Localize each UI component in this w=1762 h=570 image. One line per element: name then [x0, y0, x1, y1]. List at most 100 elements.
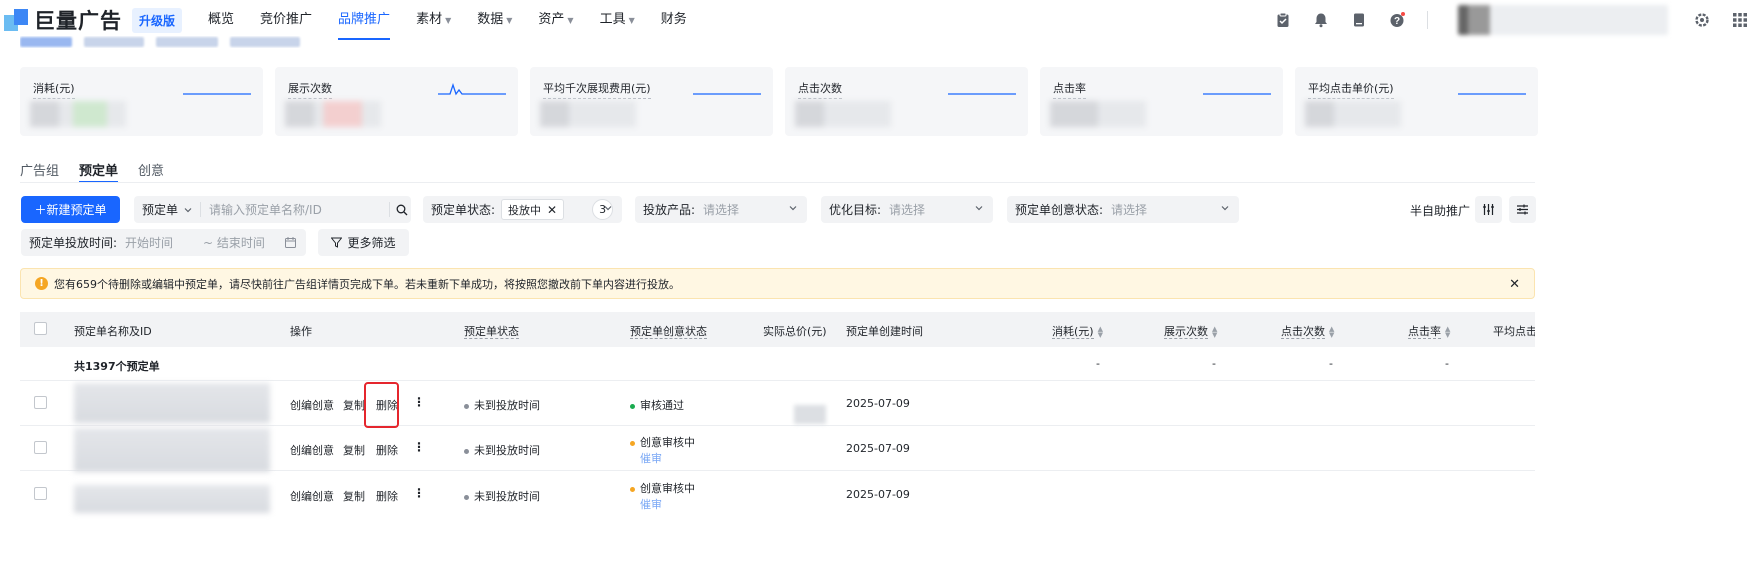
col-name: 预定单名称及ID	[74, 325, 152, 338]
creative-status-filter-placeholder: 请选择	[1111, 203, 1148, 217]
edit-creative-link[interactable]: 创编创意	[290, 488, 334, 504]
metric-title: 点击次数	[798, 80, 842, 99]
more-actions-icon[interactable]: ⋮	[413, 486, 425, 500]
sort-icon: ▲ ▼	[1097, 325, 1103, 339]
summary-ctr: -	[1445, 357, 1449, 370]
more-actions-icon[interactable]: ⋮	[413, 395, 425, 409]
tabs-divider	[20, 182, 1535, 183]
row-created: 2025-07-09	[846, 442, 910, 455]
more-filters-button[interactable]: 更多筛选	[318, 229, 409, 256]
upgrade-badge[interactable]: 升级版	[132, 7, 183, 33]
tab-creative[interactable]: 创意	[138, 160, 164, 183]
close-icon[interactable]: ✕	[1509, 277, 1520, 292]
nav-item-data[interactable]: 数据 ▼	[477, 0, 512, 40]
new-reservation-button[interactable]: ＋新建预定单	[21, 196, 120, 223]
metric-card-cpm[interactable]: 平均千次展现费用(元)	[530, 67, 773, 136]
chevron-down-icon	[789, 206, 797, 211]
status-dot	[464, 448, 469, 454]
goal-filter[interactable]: 优化目标: 请选择	[821, 196, 993, 223]
alert-message: 您有659个待删除或编辑中预定单，请尽快前往广告组详情页完成下单。若未重新下单成…	[54, 277, 680, 291]
nav-item-assets[interactable]: 资产 ▼	[538, 0, 573, 40]
product-filter[interactable]: 投放产品: 请选择	[635, 196, 807, 223]
delete-link[interactable]: 删除	[376, 488, 398, 504]
status-filter-label: 预定单状态:	[431, 203, 496, 217]
metric-title: 消耗(元)	[33, 80, 75, 99]
metric-title: 点击率	[1053, 80, 1086, 99]
copy-link[interactable]: 复制	[343, 397, 365, 413]
end-time-input[interactable]: ~ 结束时间	[203, 234, 265, 251]
nav-item-brand[interactable]: 品牌推广	[338, 0, 391, 40]
funnel-icon	[331, 237, 343, 248]
summary-clicks: -	[1329, 357, 1333, 370]
copy-link[interactable]: 复制	[343, 442, 365, 458]
copy-link[interactable]: 复制	[343, 488, 365, 504]
row-checkbox[interactable]	[34, 441, 47, 454]
status-tag[interactable]: 投放中 ✕	[501, 199, 565, 220]
separator	[389, 202, 391, 217]
search-input[interactable]: 请输入预定单名称/ID	[209, 201, 389, 218]
column-settings-button[interactable]	[1475, 196, 1502, 223]
metric-card-clicks[interactable]: 点击次数	[785, 67, 1028, 136]
search-icon[interactable]	[396, 204, 408, 216]
reservation-name-blurred[interactable]	[74, 485, 270, 513]
metric-card-impressions[interactable]: 展示次数	[275, 67, 518, 136]
col-ctr[interactable]: 点击率 ▲ ▼	[1408, 323, 1450, 339]
bell-icon[interactable]	[1313, 12, 1329, 28]
pending-orders-alert: ! 您有659个待删除或编辑中预定单，请尽快前往广告组详情页完成下单。若未重新下…	[20, 268, 1535, 299]
summary-cost: -	[1096, 357, 1100, 370]
table-row: 创编创意 复制 删除 ⋮ 未到投放时间 创意审核中 催审 2025-07-09	[20, 471, 1535, 516]
settings-icon[interactable]	[1694, 12, 1710, 28]
more-actions-icon[interactable]: ⋮	[413, 440, 425, 454]
time-filter[interactable]: 预定单投放时间: 开始时间 ~ 结束时间	[21, 229, 306, 256]
col-cost[interactable]: 消耗(元) ▲ ▼	[1052, 323, 1103, 339]
chevron-down-icon	[184, 207, 192, 212]
urge-review-link[interactable]: 催审	[640, 496, 662, 512]
creative-status-filter[interactable]: 预定单创意状态: 请选择	[1007, 196, 1239, 223]
nav-item-tools[interactable]: 工具 ▼	[600, 0, 635, 40]
chevron-down-icon: ▼	[567, 16, 574, 25]
nav-item-overview[interactable]: 概览	[208, 0, 234, 40]
help-icon[interactable]: ?	[1389, 12, 1405, 28]
row-creative-status: 创意审核中	[630, 434, 695, 450]
metric-value-blurred	[285, 101, 381, 127]
col-clicks[interactable]: 点击次数 ▲ ▼	[1281, 323, 1334, 339]
semi-auto-promotion-link[interactable]: 半自助推广	[1410, 202, 1470, 219]
col-price: 实际总价(元)	[763, 325, 827, 338]
document-icon[interactable]	[1351, 12, 1367, 28]
sparkline	[693, 93, 761, 95]
nav-item-assets-material[interactable]: 素材 ▼	[416, 0, 451, 40]
clipboard-icon[interactable]	[1275, 12, 1291, 28]
urge-review-link[interactable]: 催审	[640, 450, 662, 466]
select-all-checkbox[interactable]	[34, 322, 47, 335]
nav-item-finance[interactable]: 财务	[661, 0, 687, 40]
filter-settings-button[interactable]	[1509, 196, 1536, 223]
account-info-blurred[interactable]	[1458, 5, 1668, 35]
reservation-name-blurred[interactable]	[74, 383, 270, 423]
metric-card-cpc[interactable]: 平均点击单价(元)	[1295, 67, 1538, 136]
search-type-select[interactable]: 预定单	[142, 201, 178, 218]
edit-creative-link[interactable]: 创编创意	[290, 397, 334, 413]
brand-logo[interactable]: 巨量广告 升级版	[4, 5, 183, 35]
tab-reservation[interactable]: 预定单	[79, 160, 119, 183]
edit-creative-link[interactable]: 创编创意	[290, 442, 334, 458]
warning-icon: !	[35, 277, 48, 290]
close-icon[interactable]: ✕	[547, 203, 557, 217]
apps-grid-icon[interactable]	[1732, 12, 1748, 28]
row-checkbox[interactable]	[34, 396, 47, 409]
row-status: 未到投放时间	[464, 397, 540, 413]
row-checkbox[interactable]	[34, 487, 47, 500]
tab-ad-group[interactable]: 广告组	[20, 160, 59, 183]
top-navigation: 巨量广告 升级版 概览 竞价推广 品牌推广 素材 ▼ 数据 ▼ 资产 ▼ 工具 ▼ 财务…	[0, 0, 1762, 40]
col-impressions[interactable]: 展示次数 ▲ ▼	[1164, 323, 1217, 339]
highlight-box	[364, 382, 399, 428]
metric-card-cost[interactable]: 消耗(元)	[20, 67, 263, 136]
status-tag-label: 投放中	[508, 203, 542, 217]
metric-card-ctr[interactable]: 点击率	[1040, 67, 1283, 136]
start-time-input[interactable]: 开始时间	[125, 234, 203, 251]
product-filter-placeholder: 请选择	[703, 203, 740, 217]
nav-item-bidding[interactable]: 竞价推广	[260, 0, 312, 40]
delete-link[interactable]: 删除	[376, 442, 398, 458]
status-filter[interactable]: 预定单状态: 投放中 ✕ 3	[423, 196, 622, 223]
chevron-down-icon: ▼	[445, 16, 452, 25]
reservation-name-blurred[interactable]	[74, 428, 270, 472]
